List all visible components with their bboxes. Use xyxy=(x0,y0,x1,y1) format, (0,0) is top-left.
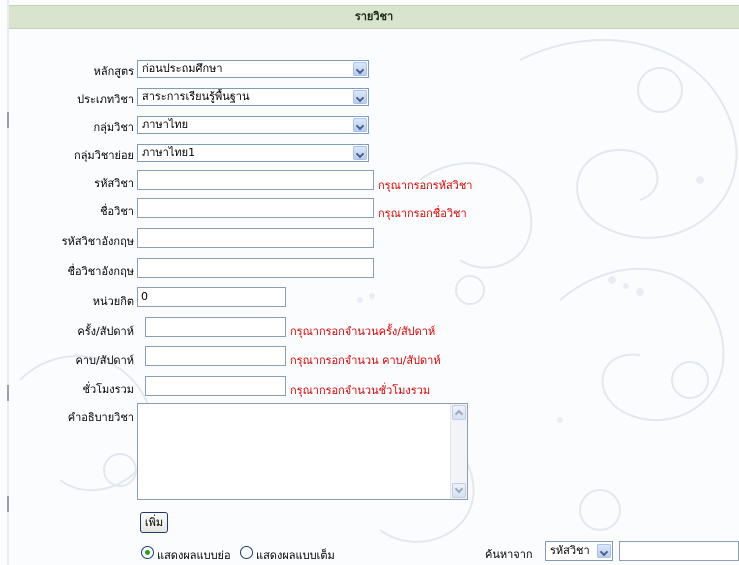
display-full-label[interactable]: แสดงผลแบบเต็ม xyxy=(256,546,335,564)
credits-input[interactable]: 0 xyxy=(137,287,286,307)
page-title: รายวิชา xyxy=(9,5,739,29)
search-input[interactable] xyxy=(619,541,739,561)
left-rule-mark xyxy=(7,385,9,401)
chevron-down-icon xyxy=(353,146,367,160)
left-rule-mark xyxy=(7,112,9,128)
curriculum-value: ก่อนประถมศึกษา xyxy=(142,62,223,75)
subject-code-hint: กรุณากรอกรหัสวิชา xyxy=(378,179,473,192)
chevron-down-icon xyxy=(353,90,367,104)
search-field-select[interactable]: รหัสวิชา xyxy=(545,541,613,561)
curriculum-label: หลักสูตร xyxy=(93,65,134,78)
hours-label: ชั่วโมงรวม xyxy=(82,383,134,396)
times-per-week-label: ครั้ง/สัปดาห์ xyxy=(77,325,134,338)
times-per-week-input[interactable] xyxy=(145,317,286,337)
subject-name-label: ชื่อวิชา xyxy=(100,205,134,218)
hours-hint: กรุณากรอกจำนวนชั่วโมงรวม xyxy=(290,384,431,397)
times-per-week-hint: กรุณากรอกจำนวนครั้ง/สัปดาห์ xyxy=(290,325,436,338)
description-scrollbar[interactable] xyxy=(450,404,467,499)
description-label: คำอธิบายวิชา xyxy=(67,411,134,424)
scroll-up-icon[interactable] xyxy=(452,405,466,420)
display-full-radio[interactable] xyxy=(240,546,253,559)
subject-group-value: ภาษาไทย xyxy=(142,118,189,131)
curriculum-select[interactable]: ก่อนประถมศึกษา xyxy=(137,60,369,78)
subject-name-en-label: ชื่อวิชาอังกฤษ xyxy=(67,265,134,278)
search-field-value: รหัสวิชา xyxy=(550,544,590,557)
subject-group-label: กลุ่มวิชา xyxy=(93,121,134,134)
periods-per-week-input[interactable] xyxy=(145,346,286,366)
display-brief-radio[interactable] xyxy=(141,546,154,559)
subject-name-input[interactable] xyxy=(137,198,374,218)
left-rule-mark xyxy=(7,496,9,512)
subject-subgroup-label: กลุ่มวิชาย่อย xyxy=(74,149,134,162)
subject-code-label: รหัสวิชา xyxy=(94,177,134,190)
scroll-down-icon[interactable] xyxy=(452,483,466,498)
left-rule xyxy=(7,0,9,565)
subject-type-label: ประเภทวิชา xyxy=(77,93,134,106)
chevron-down-icon xyxy=(353,118,367,132)
periods-per-week-label: คาบ/สัปดาห์ xyxy=(75,354,135,367)
subject-name-en-input[interactable] xyxy=(137,258,374,278)
page: รายวิชา หลักสูตร ก่อนประถมศึกษา ประเภทวิ… xyxy=(0,0,739,565)
add-button[interactable]: เพิ่ม xyxy=(140,512,168,533)
display-brief-label[interactable]: แสดงผลแบบย่อ xyxy=(157,546,231,564)
search-label: ค้นหาจาก xyxy=(485,548,533,561)
subject-code-en-input[interactable] xyxy=(137,228,374,248)
periods-per-week-hint: กรุณากรอกจำนวน คาบ/สัปดาห์ xyxy=(290,354,441,367)
subject-subgroup-value: ภาษาไทย1 xyxy=(142,146,196,159)
subject-code-input[interactable] xyxy=(137,170,374,190)
subject-code-en-label: รหัสวิชาอังกฤษ xyxy=(61,235,134,248)
hours-input[interactable] xyxy=(145,376,286,396)
subject-type-value: สาระการเรียนรู้พื้นฐาน xyxy=(142,90,250,103)
subject-subgroup-select[interactable]: ภาษาไทย1 xyxy=(137,144,369,162)
chevron-down-icon xyxy=(353,62,367,76)
subject-type-select[interactable]: สาระการเรียนรู้พื้นฐาน xyxy=(137,88,369,106)
subject-name-hint: กรุณากรอกชื่อวิชา xyxy=(378,207,467,220)
credits-label: หน่วยกิต xyxy=(92,295,134,308)
chevron-down-icon xyxy=(597,544,611,558)
subject-group-select[interactable]: ภาษาไทย xyxy=(137,116,369,134)
description-textarea[interactable] xyxy=(137,403,468,500)
